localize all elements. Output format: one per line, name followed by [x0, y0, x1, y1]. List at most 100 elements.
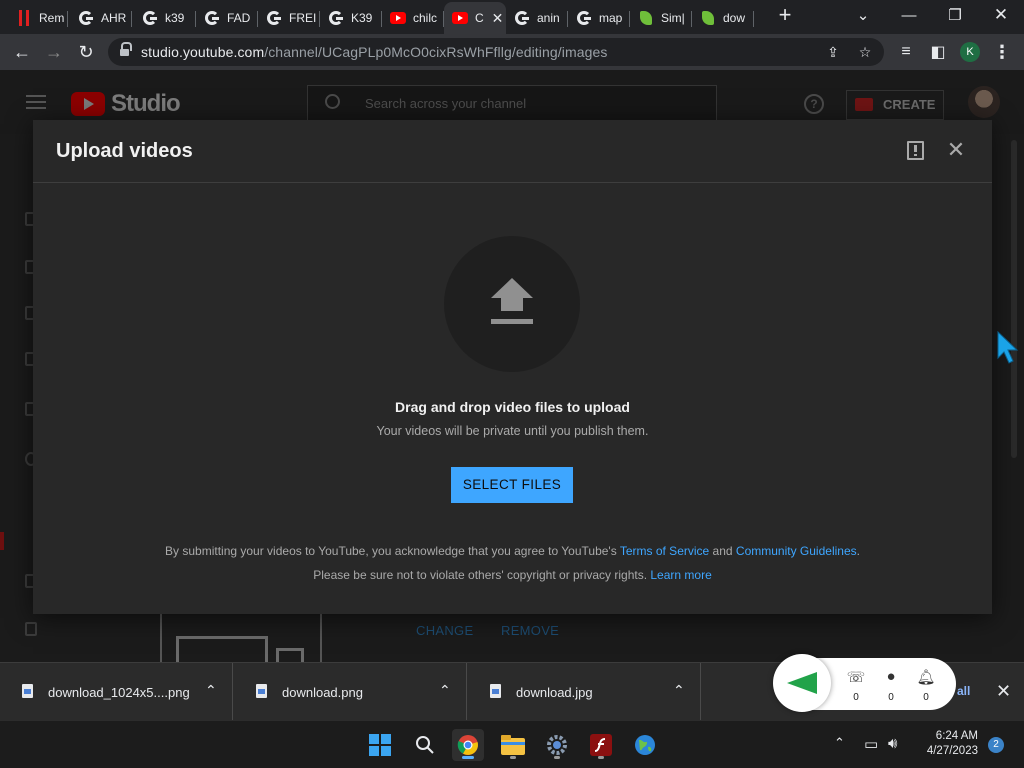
search-placeholder: Search across your channel [365, 96, 527, 111]
settings-gear-icon[interactable] [541, 729, 573, 761]
file-icon [256, 684, 267, 698]
tab-search-chevron-icon[interactable]: ⌄ [840, 0, 886, 30]
red-bars-icon [16, 10, 32, 26]
browser-tab[interactable]: anin [506, 4, 568, 32]
legal-text: . [856, 544, 860, 558]
send-feedback-icon[interactable] [907, 141, 924, 160]
address-bar[interactable]: studio.youtube.com/channel/UCagPLp0McO0c… [108, 38, 884, 66]
volume-icon[interactable]: 🔊︎ [888, 735, 897, 752]
file-explorer-icon[interactable] [497, 729, 529, 761]
google-icon [204, 10, 220, 26]
chrome-app-icon[interactable] [452, 729, 484, 761]
chat-bubble-icon[interactable]: ● [881, 668, 901, 688]
profile-avatar[interactable]: K [960, 42, 980, 62]
page-scrollbar[interactable] [1011, 140, 1017, 458]
browser-tab[interactable]: map [568, 4, 630, 32]
floating-call-widget[interactable]: ☏ 0 ● 0 🔔︎ 0 [773, 654, 956, 712]
legal-line-1: By submitting your videos to YouTube, yo… [33, 544, 992, 558]
community-guidelines-link[interactable]: Community Guidelines [736, 544, 857, 558]
download-item[interactable]: download.jpg ⌃ [468, 663, 701, 721]
bell-icon[interactable]: 🔔︎ [916, 668, 936, 688]
browser-tab[interactable]: chilc [382, 4, 444, 32]
learn-more-link[interactable]: Learn more [650, 568, 711, 582]
windows-start-icon[interactable] [364, 729, 396, 761]
browser-tab[interactable]: Rem [8, 4, 68, 32]
channel-search-input[interactable]: Search across your channel [307, 85, 717, 121]
bookmark-star-icon[interactable]: ☆ [856, 43, 874, 61]
tray-chevron-up-icon[interactable]: ⌃ [834, 735, 845, 751]
taskbar-clock[interactable]: 6:24 AM 4/27/2023 [918, 729, 978, 759]
back-button[interactable]: ← [8, 38, 36, 66]
tab-label: Sim| [661, 11, 685, 25]
browser-tab[interactable]: dow [692, 4, 754, 32]
change-link[interactable]: CHANGE [416, 623, 473, 638]
url-text: studio.youtube.com/channel/UCagPLp0McO0c… [141, 44, 608, 60]
tab-label: anin [537, 11, 560, 25]
select-files-button[interactable]: SELECT FILES [451, 467, 573, 503]
download-filename: download.png [282, 685, 363, 700]
channel-avatar[interactable] [968, 86, 1000, 118]
leaf-icon [700, 10, 716, 26]
reload-button[interactable]: ↻ [72, 38, 100, 66]
google-icon [78, 10, 94, 26]
globe-app-icon[interactable] [629, 729, 661, 761]
dialog-title: Upload videos [56, 140, 193, 162]
close-shelf-button[interactable]: ✕ [996, 681, 1011, 702]
notification-count: 0 [923, 692, 929, 703]
chevron-up-icon[interactable]: ⌃ [205, 682, 217, 699]
clock-date: 4/27/2023 [926, 745, 978, 757]
browser-tab[interactable]: FAD [196, 4, 258, 32]
minimize-button[interactable]: — [886, 0, 932, 30]
close-icon[interactable]: ✕ [946, 139, 966, 161]
show-all-downloads-link[interactable]: all [957, 684, 970, 698]
browser-tab[interactable]: K39 [320, 4, 382, 32]
side-panel-icon[interactable]: ◧ [926, 40, 950, 64]
widget-launcher-button[interactable] [773, 654, 831, 712]
notification-badge[interactable]: 2 [988, 737, 1004, 753]
leaf-icon [638, 10, 654, 26]
legal-text: By submitting your videos to YouTube, yo… [165, 544, 620, 558]
browser-tab[interactable]: FREI [258, 4, 320, 32]
terms-of-service-link[interactable]: Terms of Service [620, 544, 709, 558]
download-item[interactable]: download.png ⌃ [234, 663, 467, 721]
new-tab-button[interactable]: + [762, 0, 808, 30]
taskbar-search-icon[interactable] [409, 729, 441, 761]
google-icon [142, 10, 158, 26]
sidebar-feedback-icon[interactable] [25, 622, 37, 636]
upload-drop-zone[interactable] [444, 236, 580, 372]
chevron-up-icon[interactable]: ⌃ [439, 682, 451, 699]
chevron-up-icon[interactable]: ⌃ [673, 682, 685, 699]
remove-link[interactable]: REMOVE [501, 623, 559, 638]
windows-taskbar: ⌃ ▭ 🔊︎ 6:24 AM 4/27/2023 2 [0, 720, 1024, 768]
phone-call-icon[interactable]: ☏ [846, 668, 866, 688]
flash-app-icon[interactable] [585, 729, 617, 761]
close-window-button[interactable]: ✕ [978, 0, 1024, 30]
media-queue-icon[interactable]: ≡ [894, 40, 918, 64]
close-tab-icon[interactable]: ✕ [492, 10, 504, 27]
legal-text: and [709, 544, 736, 558]
forward-button[interactable]: → [40, 38, 68, 66]
menu-kebab-icon[interactable]: ⋮ [990, 40, 1014, 64]
studio-logo-text: Studio [111, 90, 181, 117]
browser-tab[interactable]: Sim| [630, 4, 692, 32]
hamburger-menu-icon[interactable] [26, 95, 46, 109]
browser-toolbar: ← → ↻ studio.youtube.com/channel/UCagPLp… [0, 34, 1024, 70]
help-icon[interactable]: ? [804, 94, 824, 114]
browser-tab[interactable]: AHR [70, 4, 132, 32]
create-button[interactable]: CREATE [846, 90, 945, 120]
maximize-button[interactable]: ❐ [932, 0, 978, 30]
legal-text: Please be sure not to violate others' co… [313, 568, 651, 582]
network-monitor-icon[interactable]: ▭ [864, 735, 878, 753]
upload-videos-dialog: Upload videos ✕ Drag and drop video file… [33, 120, 992, 614]
browser-tab-active[interactable]: C ✕ [444, 2, 506, 34]
youtube-icon [390, 10, 406, 26]
browser-tab-strip: Rem AHR k39 FAD FREI K39 chilc C ✕ anin … [0, 0, 1024, 34]
download-item[interactable]: download_1024x5....png ⌃ [0, 663, 233, 721]
call-count: 0 [853, 692, 859, 703]
file-icon [490, 684, 501, 698]
tab-label: dow [723, 11, 746, 25]
browser-tab[interactable]: k39 [134, 4, 196, 32]
share-icon[interactable]: ⇪ [824, 43, 842, 61]
sidebar-active-indicator [0, 532, 4, 550]
green-arrow-icon [787, 672, 817, 694]
